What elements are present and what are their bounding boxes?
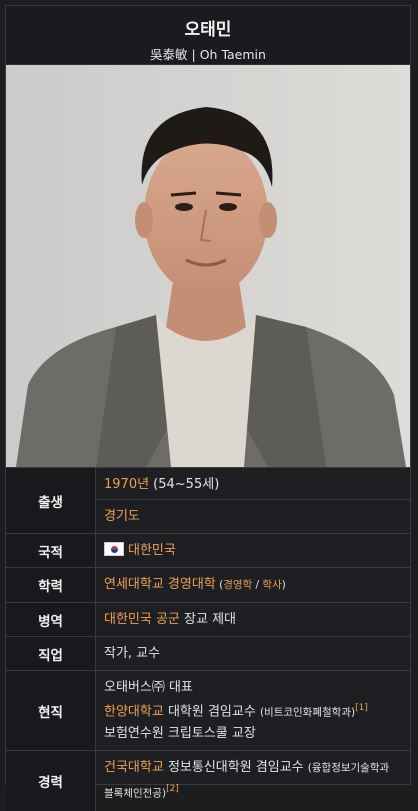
career-university-link[interactable]: 건국대학교 <box>104 760 164 775</box>
education-slash: / <box>252 579 263 591</box>
nationality-link[interactable]: 대한민국 <box>128 543 176 558</box>
birth-place-link[interactable]: 경기도 <box>96 499 410 527</box>
south-korea-flag-icon <box>104 542 124 556</box>
page-title: 오태민 <box>184 20 232 40</box>
current-line-3: 보험연수원 크립토스쿨 교장 <box>104 726 256 742</box>
birth-age: (54~55세) <box>149 477 220 492</box>
current-dept: (비트코인화폐철학과) <box>259 706 356 719</box>
row-value-education: 연세대학교 경영대학 (경영학 / 학사) <box>96 568 410 602</box>
portrait-photo <box>6 65 410 467</box>
row-value-birth: 1970년 (54~55세) 경기도 <box>96 468 410 533</box>
row-value-nationality: 대한민국 <box>96 534 410 567</box>
military-branch-link[interactable]: 대한민국 공군 <box>104 612 180 627</box>
infobox-header: 오태민 吳泰敏 | Oh Taemin <box>6 6 410 65</box>
current-line-1: 오태버스㈜ 대표 <box>104 680 193 695</box>
row-label-education: 학력 <box>6 568 96 602</box>
row-current: 현직 오태버스㈜ 대표 한양대학교 대학원 겸임교수 (비트코인화폐철학과)[1… <box>6 670 410 751</box>
reference-2-link[interactable]: [2] <box>166 784 179 794</box>
row-nationality: 국적 대한민국 <box>6 533 410 567</box>
current-university-link[interactable]: 한양대학교 <box>104 704 164 719</box>
row-occupation: 직업 작가, 교수 <box>6 636 410 670</box>
career-position: 정보통신대학원 겸임교수 <box>163 760 308 776</box>
current-line-2: 한양대학교 대학원 겸임교수 (비트코인화폐철학과)[1] <box>104 698 402 723</box>
row-label-current: 현직 <box>6 671 96 751</box>
page-subtitle: 吳泰敏 | Oh Taemin <box>150 47 266 62</box>
infobox: 오태민 吳泰敏 | Oh Taemin 출생 1970년 (54~55세) 경기… <box>5 5 411 811</box>
education-major-link[interactable]: 경영학 <box>223 579 252 591</box>
row-birth: 출생 1970년 (54~55세) 경기도 <box>6 467 410 533</box>
education-close: ) <box>281 579 286 591</box>
row-value-occupation: 작가, 교수 <box>104 646 161 661</box>
row-value-current: 오태버스㈜ 대표 한양대학교 대학원 겸임교수 (비트코인화폐철학과)[1] 보… <box>96 671 410 750</box>
current-position: 대학원 겸임교수 <box>163 704 260 720</box>
row-education: 학력 연세대학교 경영대학 (경영학 / 학사) <box>6 567 410 602</box>
row-label-occupation: 직업 <box>6 637 96 670</box>
row-label-career: 경력 <box>6 751 96 811</box>
row-value-career: 건국대학교 정보통신대학원 겸임교수 (융합정보기술학과 블록체인전공)[2] <box>96 751 410 810</box>
row-label-birth: 출생 <box>6 468 96 533</box>
birth-year-link[interactable]: 1970년 <box>104 477 149 492</box>
row-career: 경력 건국대학교 정보통신대학원 겸임교수 (융합정보기술학과 블록체인전공)[… <box>6 750 410 811</box>
row-label-nationality: 국적 <box>6 534 96 567</box>
education-degree-link[interactable]: 학사 <box>262 579 281 591</box>
military-rank: 장교 제대 <box>179 612 237 627</box>
row-military: 병역 대한민국 공군 장교 제대 <box>6 602 410 636</box>
row-value-military: 대한민국 공군 장교 제대 <box>96 603 410 636</box>
row-label-military: 병역 <box>6 603 96 636</box>
reference-1-link[interactable]: [1] <box>355 703 368 713</box>
education-school-link[interactable]: 연세대학교 경영대학 <box>104 577 216 592</box>
